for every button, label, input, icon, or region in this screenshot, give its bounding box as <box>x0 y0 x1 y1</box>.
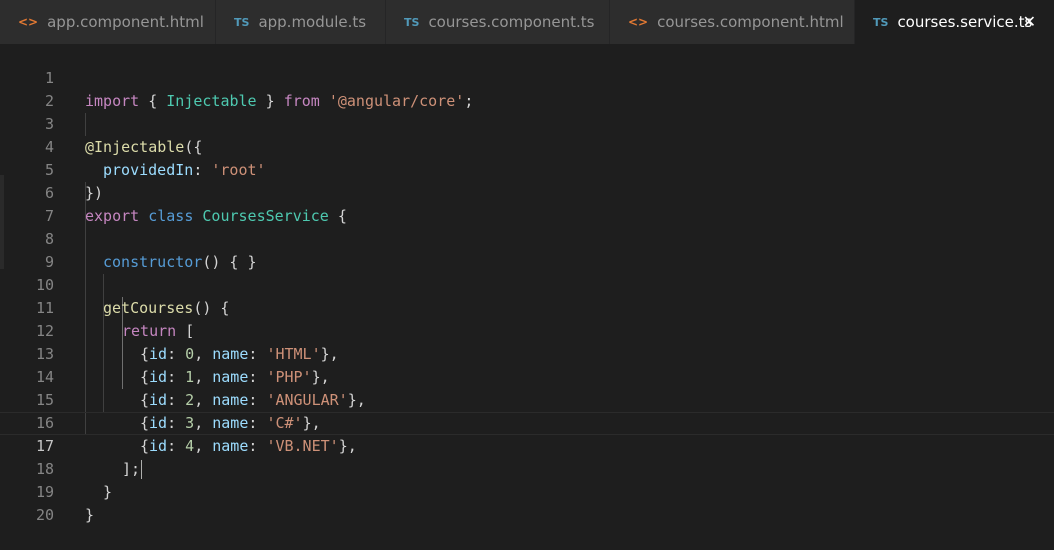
code-line-5: 5 }) <box>0 136 1054 202</box>
tab-courses-service-ts[interactable]: TS courses.service.ts ✕ <box>855 0 1054 44</box>
tab-courses-component-html[interactable]: <> courses.component.html <box>610 0 854 44</box>
code-line-7: 7 <box>0 182 1054 225</box>
code-line-19: 19 } <box>0 458 1054 524</box>
typescript-file-icon: TS <box>873 15 889 29</box>
tab-label: courses.component.html <box>657 13 844 31</box>
code-line-2: 2 <box>0 67 1054 110</box>
code-line-15: 15 {id: 3, name: 'C#'}, <box>0 366 1054 432</box>
code-line-18: 18 } <box>0 435 1054 501</box>
close-icon[interactable]: ✕ <box>1023 12 1036 31</box>
tab-courses-component-ts[interactable]: TS courses.component.ts <box>386 0 609 44</box>
tab-label: courses.component.ts <box>428 13 595 31</box>
code-line-6: 6 export class CoursesService { <box>0 159 1054 225</box>
tab-app-module-ts[interactable]: TS app.module.ts <box>216 0 385 44</box>
tab-bar: <> app.component.html TS app.module.ts T… <box>0 0 1054 44</box>
code-line-9: 9 <box>0 228 1054 271</box>
code-line-1: 1 import { Injectable } from '@angular/c… <box>0 44 1054 110</box>
tab-app-component-html[interactable]: <> app.component.html <box>0 0 215 44</box>
html-file-icon: <> <box>18 15 39 29</box>
code-line-20: 20 <box>0 481 1054 524</box>
code-line-16: 16 {id: 4, name: 'VB.NET'}, <box>0 389 1054 455</box>
code-line-14: 14 {id: 2, name: 'ANGULAR'}, <box>0 343 1054 409</box>
tab-label: app.component.html <box>47 13 204 31</box>
line-number: 20 <box>35 506 54 524</box>
code-line-4: 4 providedIn: 'root' <box>0 113 1054 179</box>
code-line-11: 11 return [ <box>0 274 1054 340</box>
tab-label: app.module.ts <box>258 13 367 31</box>
code-line-17-current: 17 ]; <box>0 412 1054 479</box>
typescript-file-icon: TS <box>404 15 420 29</box>
code-line-8: 8 constructor() { } <box>0 205 1054 271</box>
code-line-3: 3 @Injectable({ <box>0 90 1054 156</box>
typescript-file-icon: TS <box>234 15 250 29</box>
code-line-12: 12 {id: 0, name: 'HTML'}, <box>0 297 1054 363</box>
code-editor[interactable]: 1 import { Injectable } from '@angular/c… <box>0 44 1054 524</box>
code-line-10: 10 getCourses() { <box>0 251 1054 317</box>
html-file-icon: <> <box>628 15 649 29</box>
code-text: } <box>85 506 95 524</box>
code-line-13: 13 {id: 1, name: 'PHP'}, <box>0 320 1054 386</box>
tab-label: courses.service.ts <box>897 13 1033 31</box>
